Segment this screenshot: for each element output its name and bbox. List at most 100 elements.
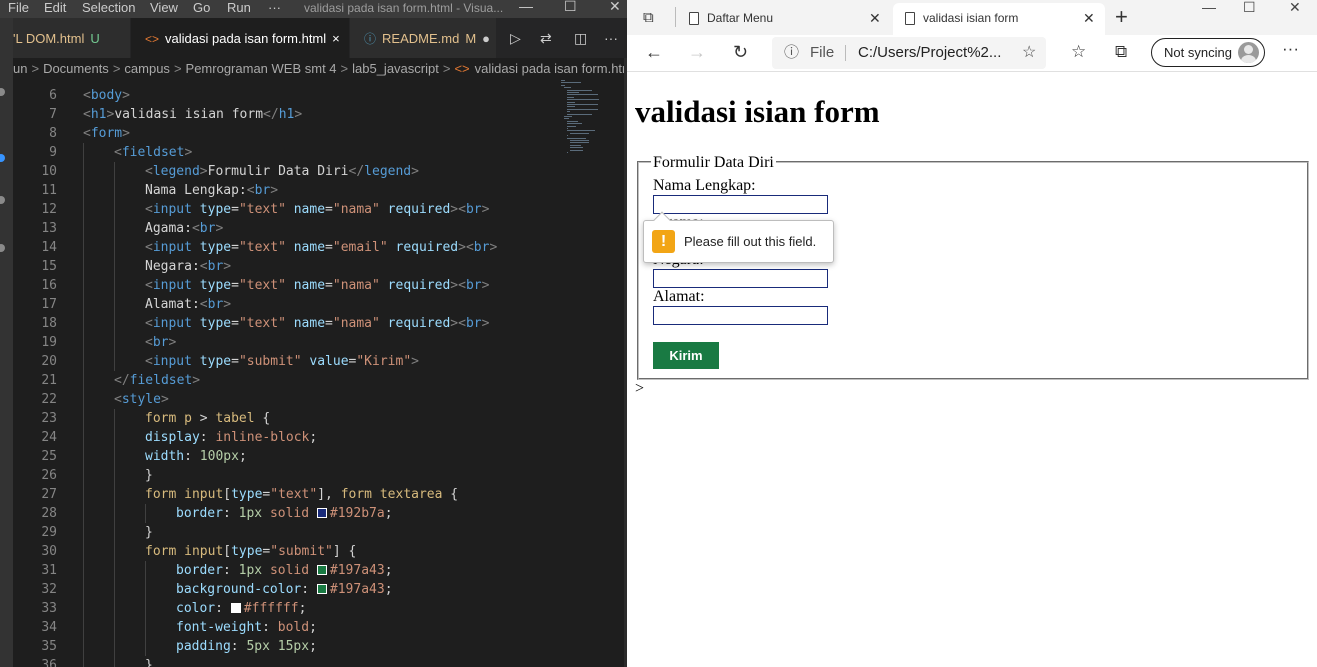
code-token: input xyxy=(152,278,192,293)
code-line[interactable]: 6 <body> xyxy=(13,86,573,105)
code-token: = xyxy=(231,278,239,293)
code-token: required xyxy=(387,316,451,331)
code-line[interactable]: 28 border: 1px solid #192b7a; xyxy=(13,504,573,523)
code-line[interactable]: 30 form input[type="submit"] { xyxy=(13,542,573,561)
browser-tab-validasi[interactable]: validasi isian form ✕ xyxy=(893,3,1105,35)
code-line[interactable]: 34 font-weight: bold; xyxy=(13,618,573,637)
address-bar[interactable]: ⓘ File C:/Users/Project%2... ☆ xyxy=(772,37,1046,69)
code-line[interactable]: 15 Negara:<br> xyxy=(13,257,573,276)
tab-close-icon[interactable]: × xyxy=(332,31,340,46)
menu-view[interactable]: View xyxy=(150,0,178,18)
close-icon[interactable]: ✕ xyxy=(609,0,621,15)
breadcrumb-item[interactable]: lab5_javascript xyxy=(352,61,439,76)
menu-run[interactable]: Run xyxy=(227,0,251,18)
close-icon[interactable]: ✕ xyxy=(1289,0,1301,14)
compare-icon[interactable]: ⇄ xyxy=(540,30,552,47)
tab-dom-html[interactable]: 'L DOM.html U xyxy=(13,18,130,58)
code-line[interactable]: 36} xyxy=(13,656,573,667)
menu-go[interactable]: Go xyxy=(193,0,210,18)
input-negara[interactable] xyxy=(653,269,828,288)
forward-arrow-icon[interactable]: → xyxy=(688,41,706,63)
minimap[interactable] xyxy=(561,80,621,160)
run-icon[interactable]: ▷ xyxy=(510,30,521,47)
code-line[interactable]: 20 <input type="submit" value="Kirim"> xyxy=(13,352,573,371)
color-swatch[interactable] xyxy=(230,603,241,613)
breadcrumb-item[interactable]: un xyxy=(13,61,27,76)
color-swatch[interactable] xyxy=(316,565,327,575)
breadcrumb-item[interactable]: Pemrograman WEB smt 4 xyxy=(186,61,337,76)
activity-icon[interactable] xyxy=(0,88,5,96)
code-line[interactable]: 35 padding: 5px 15px; xyxy=(13,637,573,656)
code-line[interactable]: 24 display: inline-block; xyxy=(13,428,573,447)
code-line[interactable]: 16 <input type="text" name="nama" require… xyxy=(13,276,573,295)
code-line[interactable]: 21 </fieldset> xyxy=(13,371,573,390)
code-editor[interactable]: 6 <body> 7 <h1>validasi isian form</h1> 8 <fo… xyxy=(13,80,627,667)
menu-file[interactable]: File xyxy=(8,0,29,18)
tab-validasi[interactable]: <> validasi pada isan form.html × xyxy=(131,18,349,58)
input-nama-lengkap[interactable] xyxy=(653,195,828,214)
code-line[interactable]: 25 width: 100px; xyxy=(13,447,573,466)
breadcrumb-item[interactable]: campus xyxy=(124,61,170,76)
more-actions-icon[interactable]: ··· xyxy=(604,30,618,46)
code-line[interactable]: 8 <form> xyxy=(13,124,573,143)
code-token: type xyxy=(199,316,232,331)
code-line[interactable]: 33 color: #ffffff; xyxy=(13,599,573,618)
submit-button[interactable]: Kirim xyxy=(653,342,719,369)
activity-icon[interactable] xyxy=(0,244,5,252)
code-line[interactable]: 29} xyxy=(13,523,573,542)
favorites-icon[interactable]: ☆ xyxy=(1071,42,1086,62)
menu-edit[interactable]: Edit xyxy=(44,0,66,18)
code-line[interactable]: 26} xyxy=(13,466,573,485)
line-number: 34 xyxy=(41,620,57,635)
code-line[interactable]: 14 <input type="text" name="email" requir… xyxy=(13,238,573,257)
minimize-icon[interactable]: — xyxy=(519,0,533,14)
code-line[interactable]: 10 <legend>Formulir Data Diri</legend> xyxy=(13,162,573,181)
color-swatch[interactable] xyxy=(316,584,327,594)
code-line[interactable]: 13 Agama:<br> xyxy=(13,219,573,238)
breadcrumb-item[interactable]: validasi pada isan form.htm xyxy=(475,61,627,76)
code-text: } xyxy=(145,656,153,667)
menu-more[interactable]: ··· xyxy=(268,0,281,18)
split-editor-icon[interactable]: ◫ xyxy=(574,30,587,47)
breadcrumb-item[interactable]: Documents xyxy=(43,61,109,76)
maximize-icon[interactable]: ☐ xyxy=(564,0,577,15)
code-line[interactable]: 17 Alamat:<br> xyxy=(13,295,573,314)
code-line[interactable]: 11 Nama Lengkap:<br> xyxy=(13,181,573,200)
add-favorite-icon[interactable]: ☆ xyxy=(1022,37,1036,69)
menu-selection[interactable]: Selection xyxy=(82,0,135,18)
settings-more-icon[interactable]: ··· xyxy=(1282,39,1299,59)
indent-guide xyxy=(83,428,84,447)
code-line[interactable]: 22 <style> xyxy=(13,390,573,409)
code-line[interactable]: 18 <input type="text" name="nama" require… xyxy=(13,314,573,333)
input-alamat[interactable] xyxy=(653,306,828,325)
code-line[interactable]: 9 <fieldset> xyxy=(13,143,573,162)
activity-icon[interactable] xyxy=(0,196,5,204)
collections-icon[interactable]: ⧉ xyxy=(1115,42,1127,62)
code-token: = xyxy=(231,354,239,369)
profile-button[interactable]: Not syncing xyxy=(1151,38,1265,67)
source-control-badge-icon[interactable] xyxy=(0,154,5,162)
close-tab-icon[interactable]: ✕ xyxy=(1083,3,1095,33)
code-line[interactable]: 27 form input[type="text"], form textarea… xyxy=(13,485,573,504)
refresh-icon[interactable]: ↻ xyxy=(733,41,748,63)
code-line[interactable]: 32 background-color: #197a43; xyxy=(13,580,573,599)
minimap-line xyxy=(567,137,586,139)
code-line[interactable]: 12 <input type="text" name="nama" require… xyxy=(13,200,573,219)
code-line[interactable]: 31 border: 1px solid #197a43; xyxy=(13,561,573,580)
code-token: < xyxy=(191,221,200,236)
close-tab-icon[interactable]: ✕ xyxy=(869,3,881,33)
tab-actions-icon[interactable]: ⧉ xyxy=(643,9,654,26)
browser-tab-strip: ⧉ Daftar Menu ✕ validasi isian form ✕ + … xyxy=(627,0,1317,35)
browser-tab-daftar-menu[interactable]: Daftar Menu ✕ xyxy=(677,3,889,35)
code-line[interactable]: 19 <br> xyxy=(13,333,573,352)
color-swatch[interactable] xyxy=(316,508,327,518)
code-line[interactable]: 23 form p > tabel { xyxy=(13,409,573,428)
new-tab-icon[interactable]: + xyxy=(1115,4,1128,30)
code-line[interactable]: 7 <h1>validasi isian form</h1> xyxy=(13,105,573,124)
minimize-icon[interactable]: — xyxy=(1202,0,1216,14)
back-arrow-icon[interactable]: ← xyxy=(645,41,663,63)
info-icon[interactable]: ⓘ xyxy=(784,37,799,69)
tab-readme[interactable]: ⓘ README.md M ● xyxy=(350,18,496,58)
maximize-icon[interactable]: ☐ xyxy=(1243,0,1256,14)
